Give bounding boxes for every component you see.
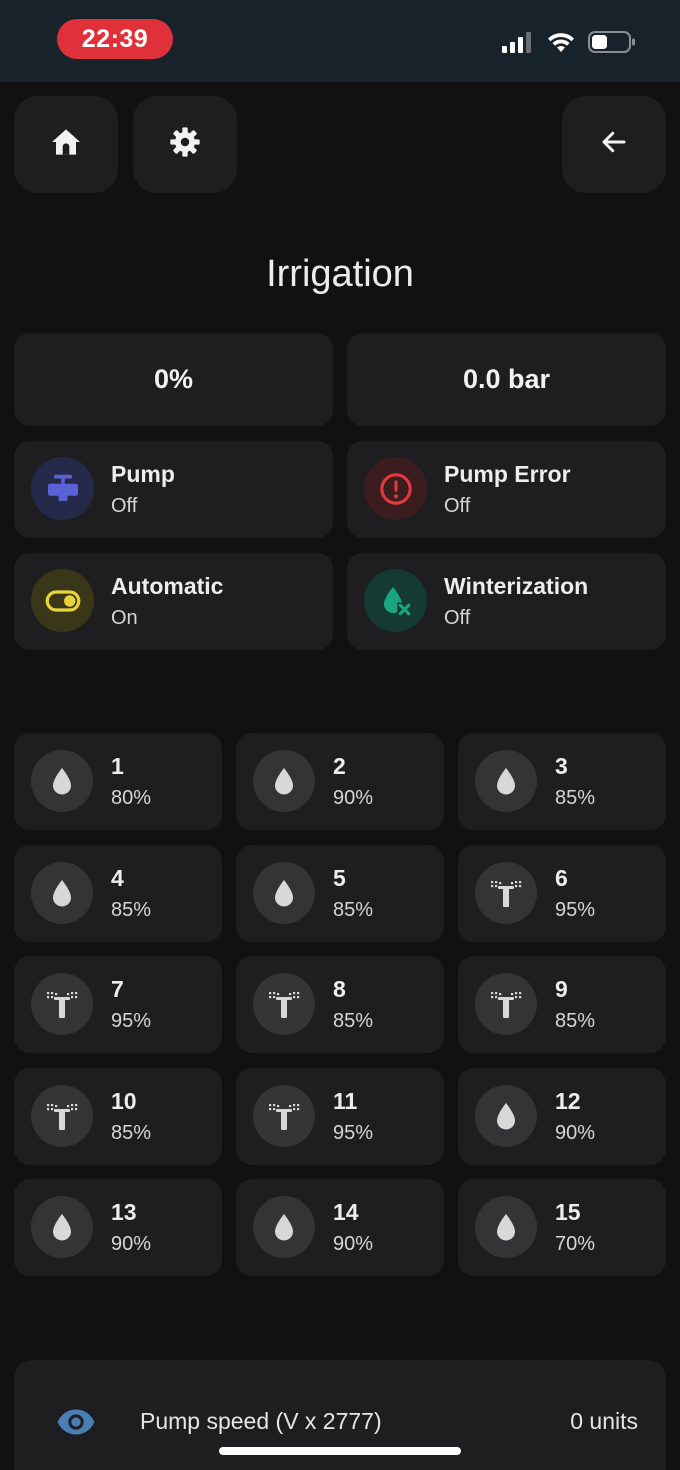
status-icons <box>502 30 636 59</box>
page-title: Irrigation <box>266 253 414 295</box>
zone-number: 4 <box>111 864 124 891</box>
sprinkler-icon <box>475 861 537 924</box>
home-indicator <box>219 1447 461 1455</box>
zone-value: 85% <box>555 1010 596 1032</box>
zone-card-12[interactable]: 12 90% <box>458 1067 666 1165</box>
automatic-state: On <box>111 607 138 629</box>
humidity-metric-card[interactable]: 0% <box>14 333 333 426</box>
zone-value: 95% <box>555 898 596 921</box>
water-off-icon <box>364 569 427 632</box>
water-drop-icon <box>31 750 93 812</box>
zone-value: 85% <box>333 1010 374 1032</box>
zone-card-9[interactable]: 9 85% <box>458 956 666 1053</box>
zone-value: 80% <box>111 787 152 809</box>
water-drop-icon <box>253 1196 315 1258</box>
pump-error-name: Pump Error <box>444 461 571 487</box>
zone-card-6[interactable]: 6 95% <box>458 844 666 942</box>
pump-state: Off <box>111 495 138 517</box>
zone-card-4[interactable]: 4 85% <box>14 844 222 942</box>
sprinkler-icon <box>31 973 93 1035</box>
zone-value: 95% <box>333 1121 374 1144</box>
pump-error-card[interactable]: Pump Error Off <box>347 441 666 538</box>
automatic-name: Automatic <box>111 573 224 599</box>
zone-number: 3 <box>555 753 568 779</box>
sprinkler-icon <box>31 1084 93 1147</box>
zone-number: 1 <box>111 753 124 779</box>
zone-number: 12 <box>555 1087 581 1114</box>
zone-card-10[interactable]: 10 85% <box>14 1067 222 1165</box>
zone-value: 90% <box>111 1233 152 1255</box>
winterization-card[interactable]: Winterization Off <box>347 553 666 650</box>
winterization-state: Off <box>444 607 471 629</box>
home-icon <box>50 126 82 163</box>
settings-button[interactable] <box>133 96 237 193</box>
cellular-signal-icon <box>502 31 534 58</box>
zone-value: 85% <box>111 898 152 921</box>
water-drop-icon <box>475 750 537 812</box>
alert-circle-icon <box>364 457 427 520</box>
sprinkler-icon <box>475 973 537 1035</box>
zone-value: 90% <box>333 1233 374 1255</box>
humidity-metric-value: 0% <box>153 364 194 394</box>
pump-error-state: Off <box>444 495 471 517</box>
automatic-card[interactable]: Automatic On <box>14 553 333 650</box>
zone-number: 13 <box>111 1199 137 1225</box>
zone-number: 5 <box>333 864 346 891</box>
zone-card-15[interactable]: 15 70% <box>458 1179 666 1276</box>
toggle-switch-icon <box>31 569 94 632</box>
zone-card-3[interactable]: 3 85% <box>458 733 666 830</box>
zone-card-11[interactable]: 11 95% <box>236 1067 444 1165</box>
pump-card[interactable]: Pump Off <box>14 441 333 538</box>
valve-icon <box>31 457 94 520</box>
zone-number: 7 <box>111 976 124 1002</box>
pressure-metric-value: 0.0 bar <box>462 364 551 394</box>
pump-speed-label: Pump speed (V x 2777) <box>140 1408 382 1434</box>
zone-card-8[interactable]: 8 85% <box>236 956 444 1053</box>
zone-value: 90% <box>333 787 374 809</box>
water-drop-icon <box>475 1084 537 1147</box>
battery-icon <box>588 30 636 59</box>
status-bar: 22:39 <box>0 0 680 82</box>
pressure-metric-card[interactable]: 0.0 bar <box>347 333 666 426</box>
arrow-left-icon <box>599 127 629 162</box>
zone-value: 85% <box>333 898 374 921</box>
water-drop-icon <box>31 1196 93 1258</box>
zone-card-13[interactable]: 13 90% <box>14 1179 222 1276</box>
sprinkler-icon <box>253 973 315 1035</box>
zone-card-14[interactable]: 14 90% <box>236 1179 444 1276</box>
zone-number: 10 <box>111 1087 137 1114</box>
zone-value: 90% <box>555 1121 596 1144</box>
zone-number: 15 <box>555 1199 581 1225</box>
water-drop-icon <box>475 1196 537 1258</box>
zone-card-7[interactable]: 7 95% <box>14 956 222 1053</box>
back-button[interactable] <box>562 96 666 193</box>
zone-number: 9 <box>555 976 568 1002</box>
zone-value: 85% <box>555 787 596 809</box>
water-drop-icon <box>253 861 315 924</box>
wifi-icon <box>546 31 576 58</box>
sprinkler-icon <box>253 1084 315 1147</box>
pump-speed-value: 0 units <box>570 1408 638 1434</box>
winterization-name: Winterization <box>444 573 589 599</box>
zone-card-2[interactable]: 2 90% <box>236 733 444 830</box>
home-button[interactable] <box>14 96 118 193</box>
zone-value: 85% <box>111 1121 152 1144</box>
zone-number: 8 <box>333 976 346 1002</box>
zone-card-1[interactable]: 1 80% <box>14 733 222 830</box>
zone-number: 14 <box>333 1199 359 1225</box>
zone-card-5[interactable]: 5 85% <box>236 844 444 942</box>
zone-number: 6 <box>555 864 568 891</box>
zone-number: 11 <box>333 1087 358 1114</box>
water-drop-icon <box>253 750 315 812</box>
gear-icon <box>169 126 201 163</box>
status-time: 22:39 <box>57 19 173 59</box>
zone-value: 70% <box>555 1233 596 1255</box>
eye-icon <box>56 1406 96 1443</box>
pump-name: Pump <box>111 461 175 487</box>
water-drop-icon <box>31 861 93 924</box>
zone-number: 2 <box>333 753 346 779</box>
zone-value: 95% <box>111 1010 152 1032</box>
